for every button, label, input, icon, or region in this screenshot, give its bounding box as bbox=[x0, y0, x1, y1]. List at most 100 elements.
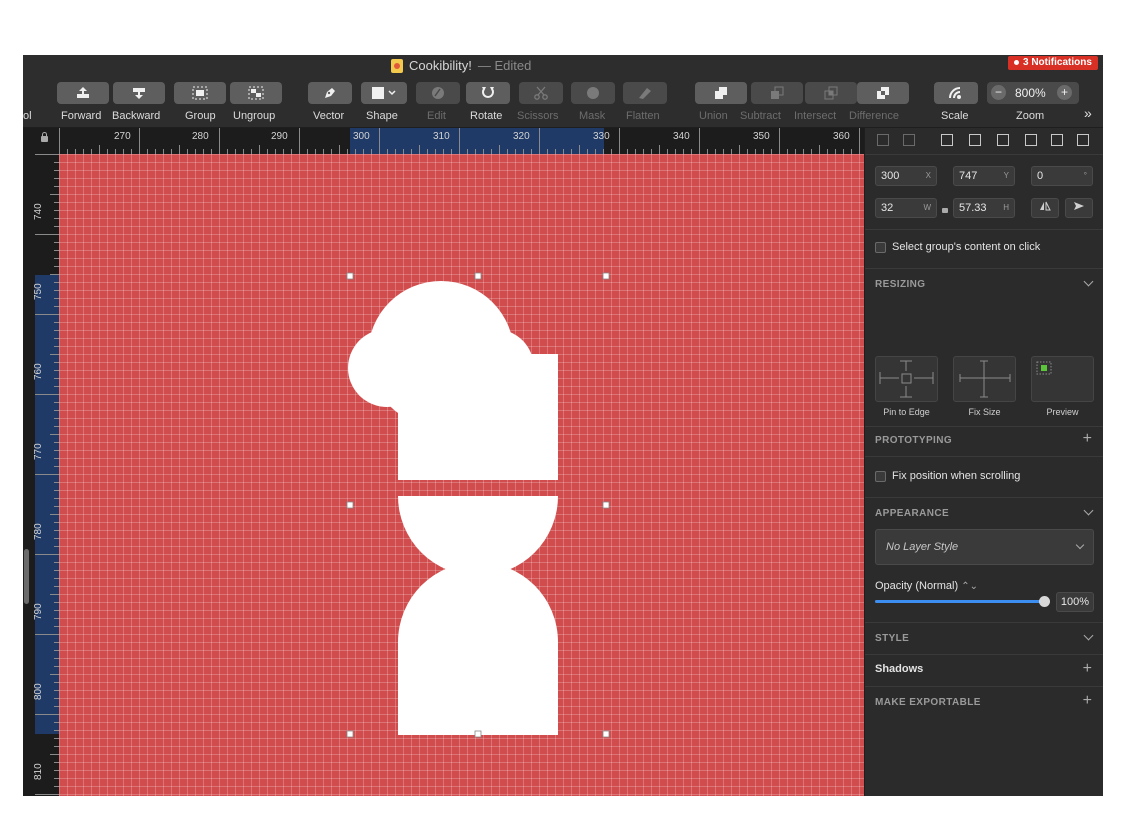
add-export-plus-icon[interactable]: + bbox=[1083, 693, 1092, 709]
ruler-label: 300 bbox=[353, 131, 370, 142]
y-value: 747 bbox=[959, 170, 978, 182]
x-value: 300 bbox=[881, 170, 900, 182]
subtract-button[interactable] bbox=[751, 82, 803, 104]
intersect-button[interactable] bbox=[805, 82, 857, 104]
edited-status: — Edited bbox=[477, 58, 532, 73]
appearance-chevron-icon[interactable] bbox=[1083, 505, 1094, 516]
zoom-value[interactable]: 800% bbox=[1015, 86, 1046, 100]
notification-dot-icon bbox=[1014, 59, 1019, 65]
height-field[interactable]: 57.33 H bbox=[953, 198, 1015, 218]
fix-size-control[interactable] bbox=[953, 356, 1016, 402]
select-group-content-checkbox[interactable] bbox=[875, 242, 886, 253]
layer-style-select[interactable]: No Layer Style bbox=[875, 529, 1094, 565]
edit-button[interactable] bbox=[416, 82, 460, 104]
add-prototyping-plus-icon[interactable]: + bbox=[1083, 431, 1092, 447]
flip-horizontal-button[interactable] bbox=[1031, 198, 1059, 218]
toolbar-overflow-chevron-icon[interactable]: » bbox=[1084, 105, 1092, 121]
opacity-slider[interactable] bbox=[875, 596, 1050, 607]
rotate-button[interactable] bbox=[466, 82, 510, 104]
resize-preview-icon bbox=[1036, 361, 1052, 375]
document-name: Cookibility! bbox=[409, 58, 472, 73]
align-middle-icon[interactable] bbox=[1051, 134, 1063, 146]
zoom-out-button[interactable]: − bbox=[991, 85, 1006, 100]
vertical-ruler[interactable]: 740 750 760 770 780 790 800 810 bbox=[23, 154, 59, 796]
ruler-label: 320 bbox=[513, 131, 530, 142]
prototyping-header: PROTOTYPING bbox=[875, 435, 953, 446]
ruler-tick bbox=[35, 554, 59, 555]
chef-hat[interactable] bbox=[348, 281, 558, 480]
ruler-label: 340 bbox=[673, 131, 690, 142]
ruler-tick bbox=[50, 194, 59, 195]
shape-button[interactable] bbox=[361, 82, 407, 104]
opacity-slider-knob[interactable] bbox=[1039, 596, 1050, 607]
x-field[interactable]: 300 X bbox=[875, 166, 937, 186]
mask-button[interactable] bbox=[571, 82, 615, 104]
distribute-vertical-icon[interactable] bbox=[903, 134, 915, 146]
align-bottom-icon[interactable] bbox=[1077, 134, 1089, 146]
chef-artwork[interactable] bbox=[59, 154, 864, 796]
pen-icon bbox=[325, 88, 335, 98]
horizontal-ruler[interactable]: 270 280 290 300 310 320 330 340 350 360 bbox=[59, 128, 864, 154]
shadows-label: Shadows bbox=[875, 663, 924, 675]
zoom-in-button[interactable]: + bbox=[1057, 85, 1072, 100]
ruler-label: 770 bbox=[33, 443, 44, 460]
scissors-button[interactable] bbox=[519, 82, 563, 104]
add-shadow-plus-icon[interactable]: + bbox=[1083, 661, 1092, 677]
design-canvas[interactable] bbox=[59, 154, 864, 796]
edit-label: Edit bbox=[427, 110, 446, 122]
intersect-icon bbox=[824, 86, 838, 100]
lock-proportions-icon[interactable] bbox=[942, 208, 948, 213]
notifications-badge[interactable]: 3 Notifications bbox=[1008, 56, 1098, 70]
ruler-label: 810 bbox=[33, 763, 44, 780]
flip-vertical-button[interactable] bbox=[1065, 198, 1093, 218]
ruler-tick bbox=[35, 474, 59, 475]
blend-mode-chevron-icon[interactable]: ⌃⌄ bbox=[961, 581, 978, 592]
lock-icon bbox=[41, 132, 48, 142]
ruler-corner[interactable] bbox=[23, 128, 59, 154]
alignment-toolbar bbox=[865, 128, 1103, 155]
send-backward-icon bbox=[133, 88, 145, 99]
opacity-field[interactable]: 100% bbox=[1056, 592, 1094, 612]
align-left-icon[interactable] bbox=[941, 134, 953, 146]
align-right-icon[interactable] bbox=[997, 134, 1009, 146]
fix-position-checkbox[interactable] bbox=[875, 471, 886, 482]
rotation-value: 0 bbox=[1037, 170, 1044, 182]
ungroup-button[interactable] bbox=[230, 82, 282, 104]
appearance-header: APPEARANCE bbox=[875, 508, 950, 519]
zoom-control: − 800% + bbox=[987, 82, 1079, 104]
resizing-chevron-icon[interactable] bbox=[1083, 276, 1094, 287]
vector-button[interactable] bbox=[308, 82, 352, 104]
vector-label: Vector bbox=[313, 110, 345, 122]
align-center-icon[interactable] bbox=[969, 134, 981, 146]
ruler-tick bbox=[539, 128, 540, 154]
difference-button[interactable] bbox=[857, 82, 909, 104]
chef-body[interactable] bbox=[398, 562, 558, 735]
distribute-horizontal-icon[interactable] bbox=[877, 134, 889, 146]
ruler-tick bbox=[299, 128, 300, 154]
pin-to-edge-control[interactable] bbox=[875, 356, 938, 402]
ruler-label: 740 bbox=[33, 203, 44, 220]
y-field[interactable]: 747 Y bbox=[953, 166, 1015, 186]
divider bbox=[865, 268, 1103, 269]
flatten-button[interactable] bbox=[623, 82, 667, 104]
ruler-label: 330 bbox=[593, 131, 610, 142]
flip-vertical-icon bbox=[1074, 202, 1084, 210]
scale-label: Scale bbox=[941, 110, 969, 122]
rotation-field[interactable]: 0 ° bbox=[1031, 166, 1093, 186]
group-button[interactable] bbox=[174, 82, 226, 104]
align-top-icon[interactable] bbox=[1025, 134, 1037, 146]
ruler-label: 760 bbox=[33, 363, 44, 380]
ruler-tick bbox=[50, 274, 59, 275]
width-value: 32 bbox=[881, 202, 894, 214]
ruler-tick bbox=[379, 128, 380, 154]
width-field[interactable]: 32 W bbox=[875, 198, 937, 218]
ruler-label: 790 bbox=[33, 603, 44, 620]
sketch-window: Cookibility! — Edited 3 Notifications ol… bbox=[23, 55, 1103, 796]
opacity-label-text: Opacity (Normal) bbox=[875, 580, 959, 592]
vertical-scrollbar[interactable] bbox=[24, 549, 29, 604]
forward-button[interactable] bbox=[57, 82, 109, 104]
union-button[interactable] bbox=[695, 82, 747, 104]
scale-button[interactable] bbox=[934, 82, 978, 104]
style-chevron-icon[interactable] bbox=[1083, 630, 1094, 641]
backward-button[interactable] bbox=[113, 82, 165, 104]
